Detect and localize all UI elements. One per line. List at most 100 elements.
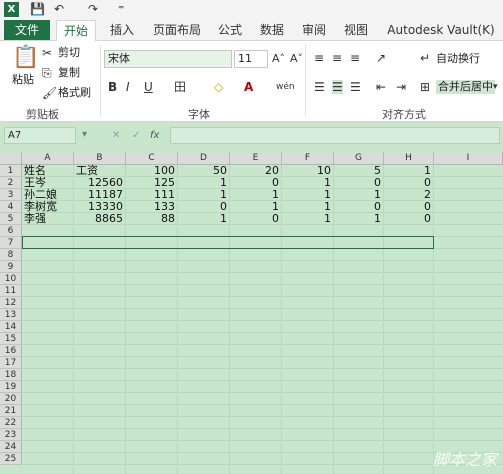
grid-row-line (22, 284, 503, 285)
formula-input[interactable] (170, 127, 500, 144)
paste-button[interactable]: 粘贴 (12, 73, 34, 87)
tab-autodesk-vault[interactable]: Autodesk Vault(K) (382, 20, 500, 40)
tab-insert[interactable]: 插入 (104, 20, 140, 40)
align-bottom-icon[interactable]: ≡ (350, 51, 360, 65)
grow-font-icon[interactable]: A˄ (272, 52, 285, 66)
tab-review[interactable]: 审阅 (296, 20, 332, 40)
align-right-icon[interactable]: ☰ (350, 80, 361, 94)
align-left-icon[interactable]: ☰ (314, 80, 325, 94)
row-header-4[interactable]: 4 (0, 201, 22, 213)
grid-row-line (22, 368, 503, 369)
tab-formulas[interactable]: 公式 (212, 20, 248, 40)
cell-e5[interactable]: 0 (232, 213, 279, 225)
row-header-1[interactable]: 1 (0, 165, 22, 177)
title-bar: X 💾 ↶ ↷ ⁼ (0, 0, 503, 20)
tab-data[interactable]: 数据 (254, 20, 290, 40)
tab-view[interactable]: 视图 (338, 20, 374, 40)
row-header-5[interactable]: 5 (0, 213, 22, 225)
row-header-2[interactable]: 2 (0, 177, 22, 189)
row-header-12[interactable]: 12 (0, 297, 22, 309)
group-separator (100, 45, 101, 117)
font-name-select[interactable]: 宋体 (104, 50, 232, 68)
cell-d5[interactable]: 1 (180, 213, 227, 225)
merge-center-button[interactable]: 合并后居中 (436, 80, 495, 94)
redo-icon[interactable]: ↷ (88, 2, 98, 17)
underline-button[interactable]: U (144, 80, 153, 94)
row-header-10[interactable]: 10 (0, 273, 22, 285)
font-size-select[interactable]: 11 (234, 50, 268, 68)
row-header-8[interactable]: 8 (0, 249, 22, 261)
row-header-20[interactable]: 20 (0, 393, 22, 405)
paste-icon[interactable]: 📋 (12, 47, 39, 69)
row-header-21[interactable]: 21 (0, 405, 22, 417)
align-top-icon[interactable]: ≡ (314, 51, 324, 65)
row-header-9[interactable]: 9 (0, 261, 22, 273)
cell-f5[interactable]: 1 (284, 213, 331, 225)
row-header-6[interactable]: 6 (0, 225, 22, 237)
tab-file[interactable]: 文件 (4, 20, 50, 40)
cell-b5[interactable]: 8865 (76, 213, 123, 225)
font-color-icon[interactable]: A (244, 80, 253, 94)
name-box-dropdown-icon[interactable]: ▾ (82, 128, 87, 142)
row-header-25[interactable]: 25 (0, 453, 22, 465)
row-header-18[interactable]: 18 (0, 369, 22, 381)
insert-function-icon[interactable]: fx (150, 129, 159, 143)
copy-icon[interactable]: ⎘ (42, 66, 52, 80)
row-header-7[interactable]: 7 (0, 237, 22, 249)
enter-icon[interactable]: ✓ (132, 129, 140, 143)
wrap-text-icon[interactable]: ↵ (420, 51, 430, 65)
cancel-icon[interactable]: ✕ (112, 129, 120, 143)
spreadsheet-grid[interactable]: A B C D E F G H I 1 2 3 4 5 6 7 8 9 10 11 12 13 14 15 16 17 18 19 20… (0, 152, 503, 474)
bold-button[interactable]: B (108, 80, 117, 94)
select-all-corner[interactable] (0, 152, 22, 165)
tab-home[interactable]: 开始 (56, 20, 96, 41)
undo-icon[interactable]: ↶ (54, 2, 64, 17)
merge-icon[interactable]: ⊞ (420, 80, 430, 94)
save-icon[interactable]: 💾 (30, 2, 45, 17)
increase-indent-icon[interactable]: ⇥ (396, 80, 406, 94)
italic-button[interactable]: I (126, 80, 130, 94)
align-center-icon[interactable]: ☰ (332, 80, 343, 94)
cell-g5[interactable]: 1 (336, 213, 381, 225)
border-icon[interactable]: 田 (174, 80, 186, 94)
fill-color-icon[interactable]: ◇ (214, 80, 223, 94)
cell-a5[interactable]: 李强 (24, 213, 71, 225)
group-separator (305, 45, 306, 117)
cell-h5[interactable]: 0 (386, 213, 431, 225)
row-header-13[interactable]: 13 (0, 309, 22, 321)
decrease-indent-icon[interactable]: ⇤ (376, 80, 386, 94)
tab-page-layout[interactable]: 页面布局 (148, 20, 206, 40)
grid-row-line (22, 464, 503, 465)
cut-button[interactable]: 剪切 (58, 46, 80, 60)
row-header-3[interactable]: 3 (0, 189, 22, 201)
row-header-19[interactable]: 19 (0, 381, 22, 393)
customize-toolbar-icon[interactable]: ⁼ (118, 2, 124, 17)
orientation-icon[interactable]: ↗ (376, 51, 386, 65)
clipboard-group-label: 剪贴板 (26, 108, 59, 121)
phonetic-guide-icon[interactable]: wén (276, 80, 295, 94)
cell-c5[interactable]: 88 (128, 213, 175, 225)
chevron-down-icon[interactable]: ▾ (493, 80, 498, 94)
wrap-text-button[interactable]: 自动换行 (436, 52, 480, 66)
grid-row-line (22, 440, 503, 441)
grid-row-line (22, 260, 503, 261)
row-header-15[interactable]: 15 (0, 333, 22, 345)
row-header-16[interactable]: 16 (0, 345, 22, 357)
grid-row-line (22, 452, 503, 453)
row-header-14[interactable]: 14 (0, 321, 22, 333)
row-header-11[interactable]: 11 (0, 285, 22, 297)
row-header-24[interactable]: 24 (0, 441, 22, 453)
row-header-17[interactable]: 17 (0, 357, 22, 369)
row-header-22[interactable]: 22 (0, 417, 22, 429)
row-header-23[interactable]: 23 (0, 429, 22, 441)
format-painter-button[interactable]: 格式刷 (58, 86, 91, 100)
copy-button[interactable]: 复制 (58, 66, 80, 80)
grid-row-line (22, 272, 503, 273)
scissors-icon[interactable]: ✂ (42, 46, 52, 60)
column-header-i[interactable]: I (434, 152, 503, 165)
shrink-font-icon[interactable]: A˅ (290, 52, 303, 66)
name-box[interactable]: A7 (4, 127, 76, 144)
grid-row-line (22, 308, 503, 309)
align-middle-icon[interactable]: ≡ (332, 51, 342, 65)
format-painter-icon[interactable]: 🖌 (42, 86, 57, 100)
